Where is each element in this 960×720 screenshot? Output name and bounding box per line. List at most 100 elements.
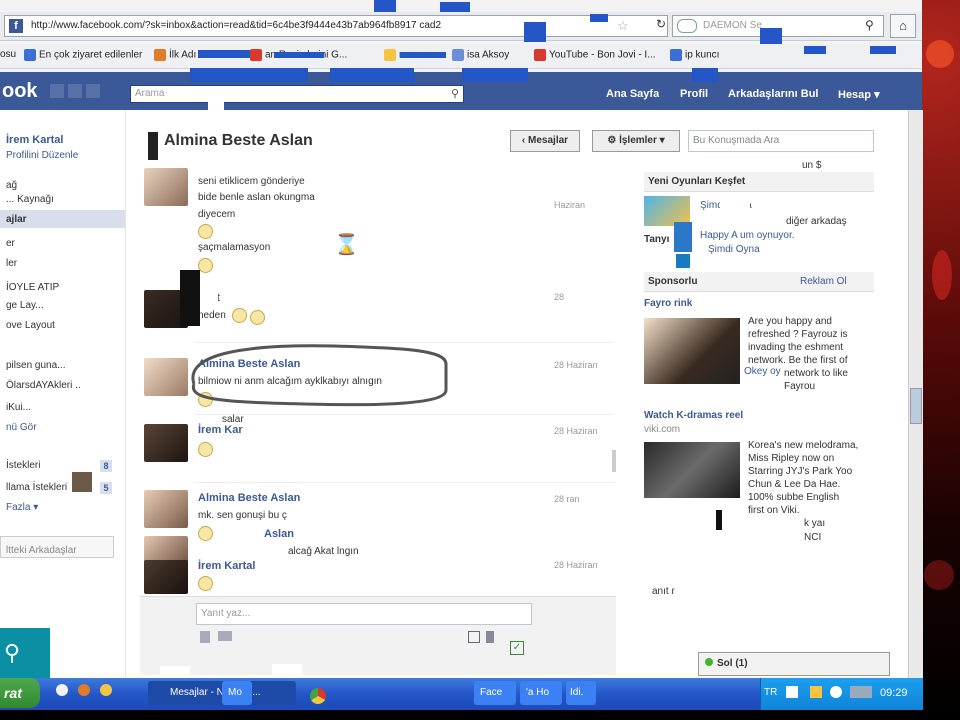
bookmark-item[interactable]: ip kuncı <box>670 49 719 61</box>
sidebar-item[interactable]: pilsen guna... <box>6 360 66 371</box>
nav-profile[interactable]: Profil <box>680 88 708 100</box>
sidebar-item[interactable]: İOYLE ATIP <box>6 282 59 293</box>
sidebar-item[interactable]: ove Layout <box>6 320 55 331</box>
message-date: 28 <box>554 292 565 302</box>
glitch-block <box>720 200 750 214</box>
ad1-text: network. Be the first of <box>748 355 848 366</box>
back-to-messages-button[interactable]: ‹ Mesajlar <box>510 130 580 152</box>
avatar[interactable] <box>144 490 188 528</box>
ad1-title[interactable]: Fayro rink <box>644 298 692 309</box>
ad2-title[interactable]: Watch K-dramas reel <box>644 410 743 421</box>
reply-input[interactable]: Yanıt yaz... <box>196 603 532 625</box>
message-text: şaçmalamasyon <box>198 242 271 253</box>
taskbar-window[interactable]: Face <box>474 681 516 705</box>
sidebar-item[interactable]: ge Lay... <box>6 300 44 311</box>
message-sender[interactable]: İrem Kartal <box>198 560 255 572</box>
reload-icon[interactable]: ↻ <box>653 17 669 33</box>
smiley-icon <box>198 526 213 541</box>
url-bar[interactable]: f http://www.facebook.com/?sk=inbox&acti… <box>4 15 668 37</box>
chrome-icon[interactable] <box>310 688 326 704</box>
sidebar-item[interactable]: ÖlarsdAYAkleri .. <box>6 380 81 391</box>
conversation-title: Almina Beste Aslan <box>164 132 313 149</box>
facebook-logo[interactable]: ook <box>2 80 38 103</box>
glitch-block <box>674 222 692 252</box>
ad1-like-link[interactable]: Okey oy <box>744 366 781 377</box>
notifications-icon[interactable] <box>86 84 100 98</box>
sidebar-item-requests[interactable]: İstekleri <box>6 460 40 471</box>
youtube-icon <box>534 49 546 61</box>
phone-icon[interactable] <box>486 631 494 643</box>
actions-dropdown-button[interactable]: ⚙ İşlemler ▾ <box>592 130 680 152</box>
language-indicator[interactable]: TR <box>764 687 777 698</box>
network-icon[interactable] <box>830 686 842 698</box>
send-checkbox-icon[interactable]: ✓ <box>510 641 524 655</box>
browser-search-placeholder: DAEMON Se <box>703 20 762 31</box>
nav-home[interactable]: Ana Sayfa <box>606 88 659 100</box>
sidebar-item[interactable]: ağ <box>6 180 17 191</box>
message-sender[interactable]: İrem Kar <box>198 424 243 436</box>
sidebar-item[interactable]: iKui... <box>6 402 31 413</box>
glitch-block <box>590 14 608 22</box>
conversation-search-input[interactable]: Bu Konuşmada Ara <box>688 130 874 152</box>
page-scrollbar-thumb[interactable] <box>910 388 922 424</box>
messages-icon[interactable] <box>68 84 82 98</box>
firefox-icon[interactable] <box>78 684 90 696</box>
ad1-image[interactable] <box>644 318 740 384</box>
message-text: bide benle aslan okungma <box>198 192 315 203</box>
user-name[interactable]: İrem Kartal <box>6 134 63 146</box>
taskbar-window[interactable]: 'a Ho <box>520 681 562 705</box>
avatar[interactable] <box>144 560 188 594</box>
reply-placeholder: Yanıt yaz... <box>201 608 251 619</box>
checkbox-icon[interactable] <box>468 631 480 643</box>
sidebar-item[interactable]: er <box>6 238 15 249</box>
page-icon <box>670 49 682 61</box>
bookmark-item[interactable]: YouTube - Bon Jovi - I... <box>534 49 656 61</box>
home-button[interactable]: ⌂ <box>890 14 916 38</box>
volume-icon[interactable] <box>850 686 872 698</box>
play-now-link-2[interactable]: Şimdi Oyna <box>708 244 760 255</box>
attach-video-icon[interactable] <box>218 631 232 641</box>
messenger-icon[interactable] <box>100 684 112 696</box>
sidebar-item[interactable]: nü Gör <box>6 422 37 433</box>
sidebar-item-messages[interactable]: ajlar <box>6 214 27 225</box>
nav-account[interactable]: Hesap ▾ <box>838 88 880 101</box>
taskbar-window[interactable]: Idi. <box>566 681 596 705</box>
attach-file-icon[interactable] <box>200 631 210 643</box>
bookmark-item[interactable]: osu <box>0 49 16 60</box>
help-icon[interactable] <box>786 686 798 698</box>
quicklaunch-icon[interactable] <box>56 684 68 696</box>
avatar[interactable] <box>144 358 188 396</box>
friend-requests-icon[interactable] <box>50 84 64 98</box>
bookmark-star-icon[interactable]: ☆ <box>617 18 629 34</box>
message-text: salar <box>222 414 244 425</box>
chat-bar[interactable]: Sol (1) <box>698 652 890 676</box>
search-icon[interactable]: ⚲ <box>865 18 874 32</box>
sidebar-item[interactable]: ler <box>6 258 17 269</box>
divider <box>194 342 614 343</box>
sidebar-item[interactable]: ... Kaynağı <box>6 194 54 205</box>
bookmark-item[interactable]: En çok ziyaret edilenler <box>24 49 142 61</box>
taskbar-window[interactable]: Mo <box>222 681 252 705</box>
thread-scrollbar[interactable] <box>612 450 616 472</box>
ad2-image[interactable] <box>644 442 740 498</box>
sidebar-more-link[interactable]: Fazla ▾ <box>6 502 38 513</box>
sidebar-item-app-requests[interactable]: llama İstekleri <box>6 482 67 493</box>
avatar[interactable] <box>144 168 188 206</box>
start-button[interactable]: rat <box>0 678 40 708</box>
message-sender[interactable]: Aslan <box>264 528 294 540</box>
ad1-text: refreshed ? Fayrouz is <box>748 329 848 340</box>
message-sender[interactable]: Almina Beste Aslan <box>198 492 300 504</box>
bookmark-item[interactable]: İlk Adı <box>154 49 196 61</box>
bookmark-item[interactable]: isa Aksoy <box>452 49 509 61</box>
games-header: Yeni Oyunları Keşfet <box>644 172 874 192</box>
search-icon[interactable]: ⚲ <box>451 87 459 100</box>
edit-profile-link[interactable]: Profilini Düzenle <box>6 150 78 161</box>
ad1-text: invading the eshment <box>748 342 844 353</box>
avatar[interactable] <box>144 424 188 462</box>
tray-icon[interactable] <box>810 686 822 698</box>
facebook-search-input[interactable]: Arama ⚲ <box>130 85 464 103</box>
create-ad-link[interactable]: Reklam Ol <box>800 276 847 287</box>
scribble-annotation <box>191 344 448 407</box>
search-engine-icon[interactable] <box>677 19 697 33</box>
nav-find-friends[interactable]: Arkadaşlarını Bul <box>728 88 818 100</box>
